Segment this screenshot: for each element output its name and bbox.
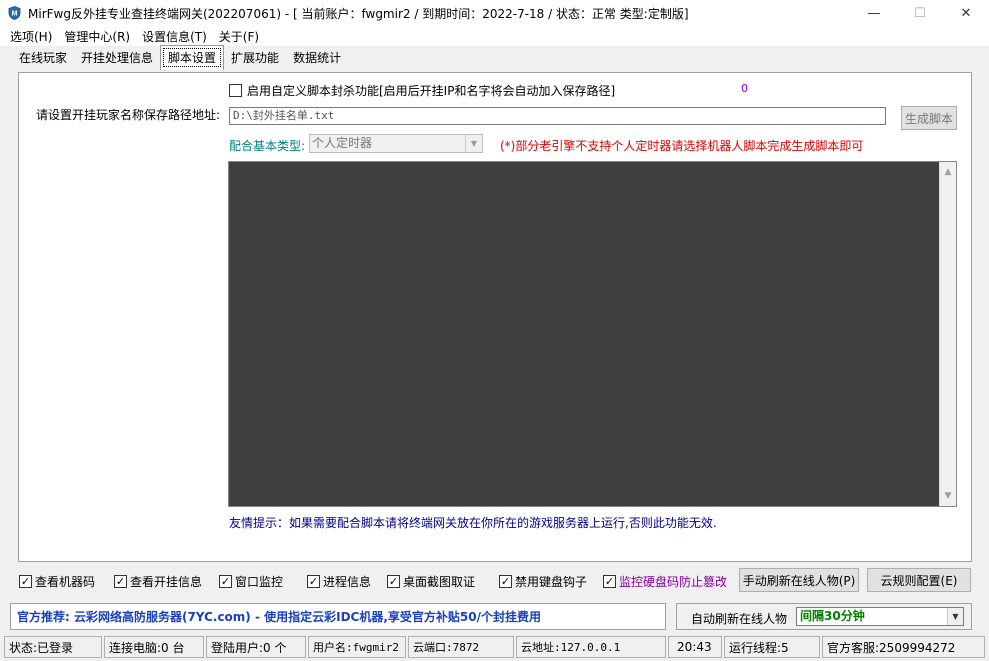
script-editor[interactable]: ▲ ▼ bbox=[228, 161, 957, 507]
check-machine-code[interactable]: ✓ 查看机器码 bbox=[19, 573, 95, 590]
check-machine-code-box[interactable]: ✓ bbox=[19, 575, 32, 588]
editor-scrollbar[interactable]: ▲ ▼ bbox=[939, 162, 956, 506]
check-cheat-info[interactable]: ✓ 查看开挂信息 bbox=[114, 573, 202, 590]
check-desktop-capture-box[interactable]: ✓ bbox=[387, 575, 400, 588]
status-support-text: 官方客服:2509994272 bbox=[827, 640, 956, 655]
tab-bar: 在线玩家 开挂处理信息 脚本设置 扩展功能 数据统计 bbox=[0, 45, 989, 70]
cloud-rules-button[interactable]: 云规则配置(E) bbox=[867, 568, 971, 592]
base-type-select[interactable]: 个人定时器 ▼ bbox=[309, 134, 483, 153]
save-path-input[interactable]: D:\封外挂名单.txt bbox=[229, 107, 886, 125]
chevron-down-icon[interactable]: ▼ bbox=[465, 135, 482, 152]
check-disk-code[interactable]: ✓ 监控硬盘码防止篡改 bbox=[603, 573, 727, 590]
enable-script-checkbox[interactable] bbox=[229, 84, 242, 97]
check-process-info[interactable]: ✓ 进程信息 bbox=[307, 573, 371, 590]
tab-extensions[interactable]: 扩展功能 bbox=[224, 46, 286, 70]
base-type-value: 个人定时器 bbox=[312, 136, 373, 150]
status-time: 20:43 bbox=[668, 636, 722, 658]
svg-text:M: M bbox=[11, 11, 17, 18]
tab-script-settings[interactable]: 脚本设置 bbox=[160, 45, 225, 70]
auto-refresh-box: 自动刷新在线人物 间隔30分钟 ▼ bbox=[676, 603, 972, 630]
status-support: 官方客服:2509994272 bbox=[822, 636, 985, 658]
window-controls: — ☐ ✕ bbox=[851, 0, 989, 26]
check-cheat-info-label: 查看开挂信息 bbox=[130, 575, 203, 589]
check-cheat-info-box[interactable]: ✓ bbox=[114, 575, 127, 588]
check-disk-code-box[interactable]: ✓ bbox=[603, 575, 616, 588]
check-keyboard-hook-label: 禁用键盘钩子 bbox=[515, 575, 588, 589]
friendly-tip: 友情提示：如果需要配合脚本请将终端网关放在你所在的游戏服务器上运行,否则此功能无… bbox=[229, 516, 717, 530]
chevron-down-icon[interactable]: ▼ bbox=[947, 608, 963, 625]
check-desktop-capture-label: 桌面截图取证 bbox=[403, 575, 476, 589]
base-type-label: 配合基本类型: bbox=[229, 139, 306, 153]
refresh-interval-select[interactable]: 间隔30分钟 ▼ bbox=[796, 607, 964, 626]
scroll-down-icon[interactable]: ▼ bbox=[940, 488, 956, 504]
status-cloud-address-text: 云地址:127.0.0.1 bbox=[521, 641, 621, 654]
tab-cheat-records[interactable]: 开挂处理信息 bbox=[74, 46, 160, 70]
minimize-icon[interactable]: — bbox=[851, 0, 897, 26]
close-icon[interactable]: ✕ bbox=[943, 0, 989, 26]
record-counter: 0 bbox=[741, 82, 748, 95]
save-path-label: 请设置开挂玩家名称保存路径地址: bbox=[36, 108, 221, 122]
check-window-monitor-label: 窗口监控 bbox=[235, 575, 284, 589]
check-keyboard-hook[interactable]: ✓ 禁用键盘钩子 bbox=[499, 573, 587, 590]
promo-banner[interactable]: 官方推荐: 云彩网络高防服务器(7YC.com) - 使用指定云彩IDC机器,享… bbox=[10, 603, 666, 630]
menu-options[interactable]: 选项(H) bbox=[4, 28, 58, 45]
status-logged-users: 登陆用户:0 个 bbox=[206, 636, 306, 658]
check-disk-code-label: 监控硬盘码防止篡改 bbox=[619, 575, 728, 589]
check-window-monitor[interactable]: ✓ 窗口监控 bbox=[219, 573, 283, 590]
check-process-info-label: 进程信息 bbox=[323, 575, 372, 589]
menu-settings[interactable]: 设置信息(T) bbox=[136, 28, 213, 45]
promo-text[interactable]: 官方推荐: 云彩网络高防服务器(7YC.com) - 使用指定云彩IDC机器,享… bbox=[17, 608, 541, 625]
window-title: MirFwg反外挂专业查挂终端网关(202207061) - [ 当前账户：fw… bbox=[28, 6, 689, 21]
status-threads: 运行线程:5 bbox=[724, 636, 820, 658]
scroll-up-icon[interactable]: ▲ bbox=[940, 164, 956, 180]
status-login: 状态:已登录 bbox=[4, 636, 102, 658]
menu-about[interactable]: 关于(F) bbox=[213, 28, 265, 45]
enable-script-label: 启用自定义脚本封杀功能[启用后开挂IP和名字将会自动加入保存路径] bbox=[247, 84, 616, 98]
monitor-options-row: ✓ 查看机器码 ✓ 查看开挂信息 ✓ 窗口监控 ✓ 进程信息 ✓ 桌面截图取证 … bbox=[19, 568, 979, 592]
tab-online-players[interactable]: 在线玩家 bbox=[12, 46, 74, 70]
check-machine-code-label: 查看机器码 bbox=[35, 575, 96, 589]
status-cloud-port-text: 云端口:7872 bbox=[413, 641, 480, 654]
status-cloud-address: 云地址:127.0.0.1 bbox=[516, 636, 666, 658]
check-process-info-box[interactable]: ✓ bbox=[307, 575, 320, 588]
maximize-icon[interactable]: ☐ bbox=[897, 0, 943, 26]
menu-management[interactable]: 管理中心(R) bbox=[58, 28, 136, 45]
status-bar: 状态:已登录 连接电脑:0 台 登陆用户:0 个 用户名:fwgmir2 云端口… bbox=[0, 634, 989, 661]
title-bar: M MirFwg反外挂专业查挂终端网关(202207061) - [ 当前账户：… bbox=[0, 0, 989, 26]
check-window-monitor-box[interactable]: ✓ bbox=[219, 575, 232, 588]
check-desktop-capture[interactable]: ✓ 桌面截图取证 bbox=[387, 573, 475, 590]
check-keyboard-hook-box[interactable]: ✓ bbox=[499, 575, 512, 588]
status-connected-pcs: 连接电脑:0 台 bbox=[104, 636, 204, 658]
menu-bar: 选项(H) 管理中心(R) 设置信息(T) 关于(F) bbox=[0, 26, 989, 46]
shield-icon: M bbox=[7, 6, 21, 20]
refresh-interval-value: 间隔30分钟 bbox=[800, 609, 865, 623]
status-username: 用户名:fwgmir2 bbox=[308, 636, 406, 658]
status-cloud-port: 云端口:7872 bbox=[408, 636, 514, 658]
auto-refresh-label: 自动刷新在线人物 bbox=[691, 612, 788, 626]
generate-script-button[interactable]: 生成脚本 bbox=[901, 106, 957, 130]
refresh-online-button[interactable]: 手动刷新在线人物(P) bbox=[739, 568, 859, 592]
script-settings-panel: 启用自定义脚本封杀功能[启用后开挂IP和名字将会自动加入保存路径] 0 请设置开… bbox=[18, 72, 972, 562]
tab-statistics[interactable]: 数据统计 bbox=[286, 46, 348, 70]
engine-warning: (*)部分老引擎不支持个人定时器请选择机器人脚本完成生成脚本即可 bbox=[500, 139, 864, 153]
enable-script-row[interactable]: 启用自定义脚本封杀功能[启用后开挂IP和名字将会自动加入保存路径] bbox=[229, 82, 615, 99]
status-username-text: 用户名:fwgmir2 bbox=[313, 641, 399, 654]
